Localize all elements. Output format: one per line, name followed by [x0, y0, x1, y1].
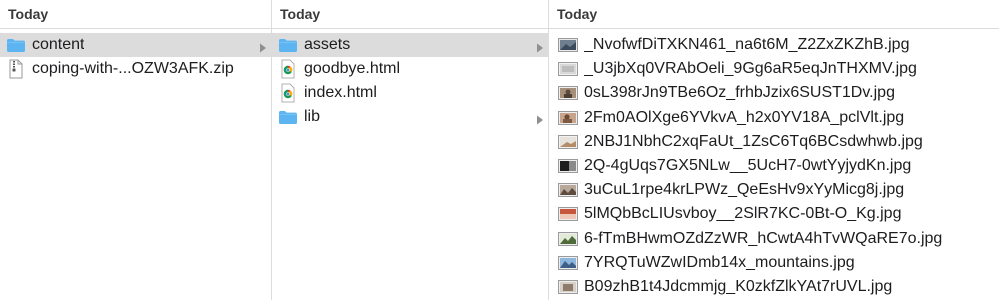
zip-file-icon: [6, 59, 26, 79]
image-file-row[interactable]: 7YRQTuWZwIDmb14x_mountains.jpg: [549, 251, 999, 275]
image-file-row[interactable]: 6-fTmBHwmOZdZzWR_hCwtA4hTvWQaRE7o.jpg: [549, 227, 999, 251]
item-label: 2Q-4gUqs7GX5NLw__5UcH7-0wtYyjydKn.jpg: [584, 157, 912, 175]
image-file-row[interactable]: 2Fm0AOlXge6YVkvA_h2x0YV18A_pclVlt.jpg: [549, 106, 999, 130]
item-label: index.html: [304, 84, 377, 101]
image-thumbnail-icon: [558, 183, 578, 198]
item-label: 5lMQbBcLIUsvboy__2SlR7KC-0Bt-O_Kg.jpg: [584, 205, 902, 223]
chevron-right-icon: [536, 112, 544, 125]
folder-row-assets[interactable]: assets: [272, 33, 548, 57]
column-header: Today: [272, 0, 548, 29]
image-thumbnail-icon: [558, 279, 578, 294]
item-label: lib: [304, 108, 321, 125]
column-header: Today: [0, 0, 271, 29]
image-file-row[interactable]: _NvofwfDiTXKN461_na6t6M_Z2ZxZKZhB.jpg: [549, 33, 999, 57]
image-thumbnail-icon: [558, 255, 578, 270]
image-thumbnail-icon: [558, 134, 578, 149]
folder-row-lib[interactable]: lib: [272, 105, 548, 129]
image-file-row[interactable]: B09zhB1t4Jdcmmjg_K0zkfZlkYAt7rUVL.jpg: [549, 275, 999, 299]
file-row-goodbye-html[interactable]: goodbye.html: [272, 57, 548, 81]
folder-row-content[interactable]: content: [0, 33, 271, 57]
column-3[interactable]: Today _NvofwfDiTXKN461_na6t6M_Z2ZxZKZhB.…: [549, 0, 999, 300]
folder-icon: [278, 37, 298, 53]
column-1[interactable]: Today content coping-with-...OZW3AFK.zip: [0, 0, 272, 300]
item-label: content: [32, 36, 85, 53]
image-file-row[interactable]: 2NBJ1NbhC2xqFaUt_1ZsC6Tq6BCsdwhwb.jpg: [549, 130, 999, 154]
image-file-row[interactable]: 2Q-4gUqs7GX5NLw__5UcH7-0wtYyjydKn.jpg: [549, 154, 999, 178]
item-label: assets: [304, 36, 351, 53]
column-header: Today: [549, 0, 999, 29]
item-label: 2Fm0AOlXge6YVkvA_h2x0YV18A_pclVlt.jpg: [584, 108, 905, 126]
image-thumbnail-icon: [558, 86, 578, 101]
image-thumbnail-icon: [558, 38, 578, 53]
image-file-row[interactable]: 0sL398rJn9TBe6Oz_frhbJzix6SUST1Dv.jpg: [549, 81, 999, 105]
file-row-zip[interactable]: coping-with-...OZW3AFK.zip: [0, 57, 271, 81]
column-rows: assets goodbye.html index.html lib: [272, 29, 548, 129]
folder-icon: [6, 37, 26, 53]
chevron-right-icon: [259, 40, 267, 53]
image-thumbnail-icon: [558, 159, 578, 174]
item-label: 0sL398rJn9TBe6Oz_frhbJzix6SUST1Dv.jpg: [584, 84, 895, 102]
image-thumbnail-icon: [558, 207, 578, 222]
image-file-row[interactable]: 5lMQbBcLIUsvboy__2SlR7KC-0Bt-O_Kg.jpg: [549, 202, 999, 226]
item-label: 7YRQTuWZwIDmb14x_mountains.jpg: [584, 253, 855, 271]
item-label: 2NBJ1NbhC2xqFaUt_1ZsC6Tq6BCsdwhwb.jpg: [584, 132, 923, 150]
item-label: _NvofwfDiTXKN461_na6t6M_Z2ZxZKZhB.jpg: [584, 36, 910, 54]
item-label: 3uCuL1rpe4krLPWz_QeEsHv9xYyMicg8j.jpg: [584, 181, 905, 199]
chrome-html-icon: [278, 83, 298, 103]
image-file-row[interactable]: _U3jbXq0VRAbOeli_9Gg6aR5eqJnTHXMV.jpg: [549, 57, 999, 81]
column-2[interactable]: Today assets goodbye.html index.html lib: [272, 0, 549, 300]
item-label: _U3jbXq0VRAbOeli_9Gg6aR5eqJnTHXMV.jpg: [584, 60, 917, 78]
item-label: coping-with-...OZW3AFK.zip: [32, 60, 234, 77]
image-file-row[interactable]: 3uCuL1rpe4krLPWz_QeEsHv9xYyMicg8j.jpg: [549, 178, 999, 202]
column-rows: _NvofwfDiTXKN461_na6t6M_Z2ZxZKZhB.jpg _U…: [549, 29, 999, 299]
item-label: 6-fTmBHwmOZdZzWR_hCwtA4hTvWQaRE7o.jpg: [584, 229, 943, 247]
item-label: B09zhB1t4Jdcmmjg_K0zkfZlkYAt7rUVL.jpg: [584, 277, 893, 295]
file-row-index-html[interactable]: index.html: [272, 81, 548, 105]
image-thumbnail-icon: [558, 110, 578, 125]
finder-column-browser: Today content coping-with-...OZW3AFK.zip…: [0, 0, 999, 300]
image-thumbnail-icon: [558, 62, 578, 77]
chrome-html-icon: [278, 59, 298, 79]
item-label: goodbye.html: [304, 60, 401, 77]
folder-icon: [278, 109, 298, 125]
image-thumbnail-icon: [558, 231, 578, 246]
chevron-right-icon: [536, 40, 544, 53]
column-rows: content coping-with-...OZW3AFK.zip: [0, 29, 271, 81]
